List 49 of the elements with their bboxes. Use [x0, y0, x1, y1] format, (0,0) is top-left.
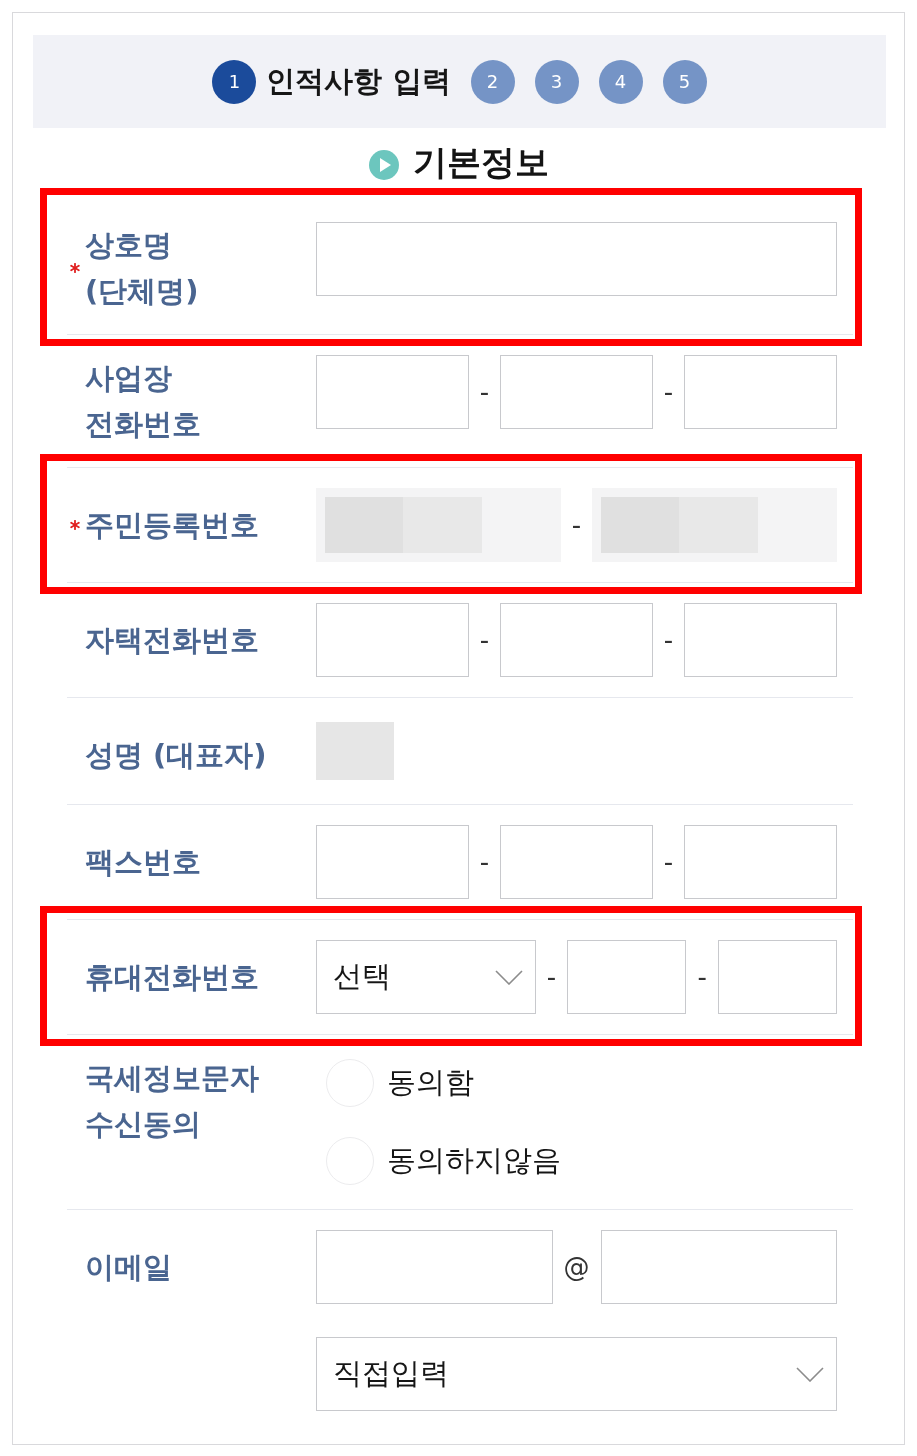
input-field[interactable]	[600, 1230, 837, 1304]
input-field[interactable]	[316, 355, 469, 429]
separator-text: -	[662, 847, 675, 877]
separator-text: -	[570, 510, 583, 540]
step-indicator: 2	[470, 59, 515, 104]
chevron-down-icon	[494, 969, 523, 985]
section-title: 기본정보	[412, 142, 549, 182]
step-indicator: 1	[212, 59, 257, 104]
input-field[interactable]	[567, 940, 687, 1014]
separator-text: -	[545, 962, 558, 992]
chevron-down-icon	[796, 1366, 824, 1382]
input-field[interactable]	[316, 1230, 553, 1304]
input-field[interactable]	[717, 940, 837, 1014]
separator-text: -	[478, 625, 491, 655]
step-indicator: 4	[598, 59, 643, 104]
step-label: 인적사항 입력	[266, 62, 451, 100]
separator-text: -	[478, 847, 491, 877]
input-field[interactable]	[316, 603, 469, 677]
field-label: 자택전화번호	[85, 622, 259, 659]
input-field[interactable]	[500, 355, 653, 429]
masked-input-field[interactable]	[316, 488, 561, 562]
input-field[interactable]	[684, 355, 837, 429]
input-field[interactable]	[316, 222, 837, 296]
separator-text: -	[478, 377, 491, 407]
input-field[interactable]	[684, 825, 837, 899]
field-label: 주민등록번호	[85, 507, 259, 544]
option-label: 동의하지않음	[387, 1142, 561, 1179]
select-dropdown[interactable]: 선택	[316, 940, 536, 1014]
field-label: 이메일	[85, 1249, 172, 1286]
separator-text: -	[696, 962, 708, 992]
field-label: 사업장 전화번호	[85, 360, 201, 443]
separator-text: -	[662, 625, 675, 655]
field-label: 국세정보문자 수신동의	[85, 1060, 259, 1143]
step-indicator: 5	[662, 59, 707, 104]
input-field[interactable]	[500, 603, 653, 677]
separator-text: @	[562, 1252, 591, 1282]
field-label: 상호명 (단체명)	[85, 227, 199, 310]
input-field[interactable]	[684, 603, 837, 677]
field-label: 성명 (대표자)	[85, 737, 267, 774]
field-label: 휴대전화번호	[85, 959, 259, 996]
select-dropdown[interactable]: 직접입력	[316, 1337, 837, 1411]
input-field[interactable]	[500, 825, 653, 899]
option-label: 동의함	[387, 1064, 474, 1101]
masked-input-field[interactable]	[592, 488, 837, 562]
step-indicator: 3	[534, 59, 579, 104]
input-field[interactable]	[316, 825, 469, 899]
play-circle-icon	[368, 150, 399, 180]
separator-text: -	[662, 377, 675, 407]
field-label: 팩스번호	[85, 844, 201, 881]
